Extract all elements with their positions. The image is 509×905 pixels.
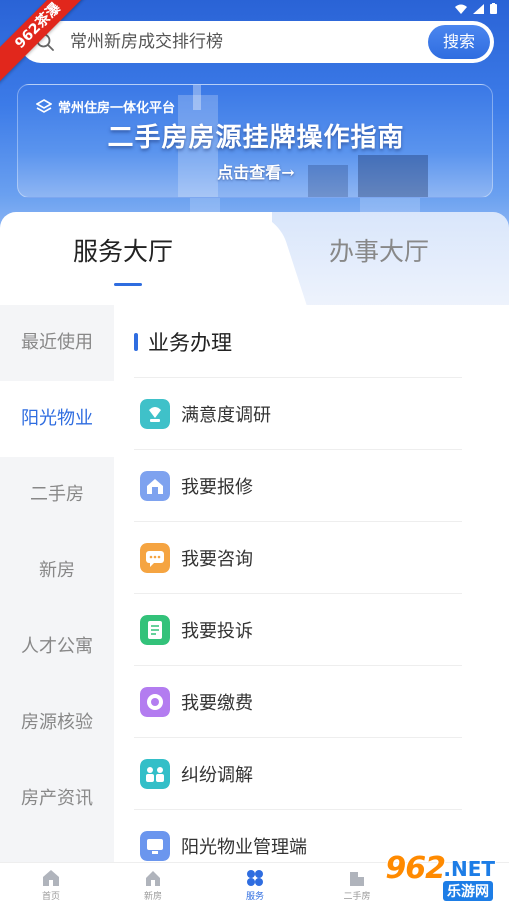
menu-item-satisfaction-survey[interactable]: 满意度调研 [134,378,462,450]
home-icon [43,870,59,886]
admin-icon [140,831,170,861]
sidebar-item-listing-verify[interactable]: 房源核验 [0,685,114,761]
watermark-sub: 乐游网 [443,881,493,901]
banner-logo-text: 常州住房一体化平台 [58,101,176,116]
menu-item-label: 满意度调研 [181,405,271,426]
banner-building [193,85,201,110]
nav-new-house[interactable]: 新房 [102,863,204,905]
search-bar[interactable]: 常州新房成交排行榜 搜索 [20,21,494,63]
signal-icon [473,3,484,14]
new-house-icon [146,871,160,886]
banner-logo: 常州住房一体化平台 [36,97,175,116]
menu-item-consult[interactable]: 我要咨询 [134,522,462,594]
sidebar-item-recent[interactable]: 最近使用 [0,305,114,381]
battery-icon [490,3,497,14]
category-sidebar: 最近使用 阳光物业 二手房 新房 人才公寓 房源核验 房产资讯 [0,305,114,862]
menu-item-label: 阳光物业管理端 [181,837,307,858]
watermark-brand: 962 [385,851,446,886]
menu-item-label: 我要报修 [181,477,253,498]
rating-icon [140,399,170,429]
menu-item-label: 纠纷调解 [181,765,253,786]
menu-item-repair[interactable]: 我要报修 [134,450,462,522]
sidebar-item-property-news[interactable]: 房产资讯 [0,761,114,837]
sidebar-item-talent-apartment[interactable]: 人才公寓 [0,609,114,685]
menu-item-label: 我要投诉 [181,621,253,642]
tab-service-hall[interactable]: 服务大厅 [73,232,173,268]
nav-home[interactable]: 首页 [0,863,102,905]
tab-active-indicator [114,283,142,286]
nav-label: 新房 [143,892,162,902]
nav-label: 首页 [41,892,60,902]
complaint-icon [140,615,170,645]
menu-item-complaint[interactable]: 我要投诉 [134,594,462,666]
payment-icon [140,687,170,717]
menu-item-label: 我要缴费 [181,693,253,714]
tab-bar: 服务大厅 办事大厅 [0,212,509,308]
nav-service[interactable]: 服务 [204,863,306,905]
banner-title: 二手房房源挂牌操作指南 [107,123,405,153]
mediation-icon [140,759,170,789]
search-input[interactable]: 常州新房成交排行榜 [70,21,223,63]
sidebar-item-sunshine-property[interactable]: 阳光物业 [0,381,114,457]
banner-cta[interactable]: 点击查看→ [18,159,492,183]
chat-icon [140,543,170,573]
menu-item-payment[interactable]: 我要缴费 [134,666,462,738]
menu-item-mediation[interactable]: 纠纷调解 [134,738,462,810]
section-marker [134,333,138,351]
tab-affairs-hall[interactable]: 办事大厅 [329,232,429,268]
wifi-icon [455,4,467,14]
watermark-suffix: .NET [443,857,495,881]
promo-banner[interactable]: 常州住房一体化平台 二手房房源挂牌操作指南 点击查看→ [17,84,493,198]
sidebar-item-new-house[interactable]: 新房 [0,533,114,609]
section-title: 业务办理 [148,331,232,355]
service-content: 业务办理 满意度调研 我要报修 我要咨询 我要投诉 我要缴费 纠纷调解 阳光物业… [114,305,509,862]
sidebar-item-second-hand[interactable]: 二手房 [0,457,114,533]
service-icon [247,870,263,886]
site-watermark: 962 .NET 乐游网 [353,851,503,901]
nav-label: 服务 [245,892,264,902]
platform-logo-icon [36,98,52,113]
repair-icon [140,471,170,501]
search-button[interactable]: 搜索 [428,25,490,59]
menu-item-label: 我要咨询 [181,549,253,570]
